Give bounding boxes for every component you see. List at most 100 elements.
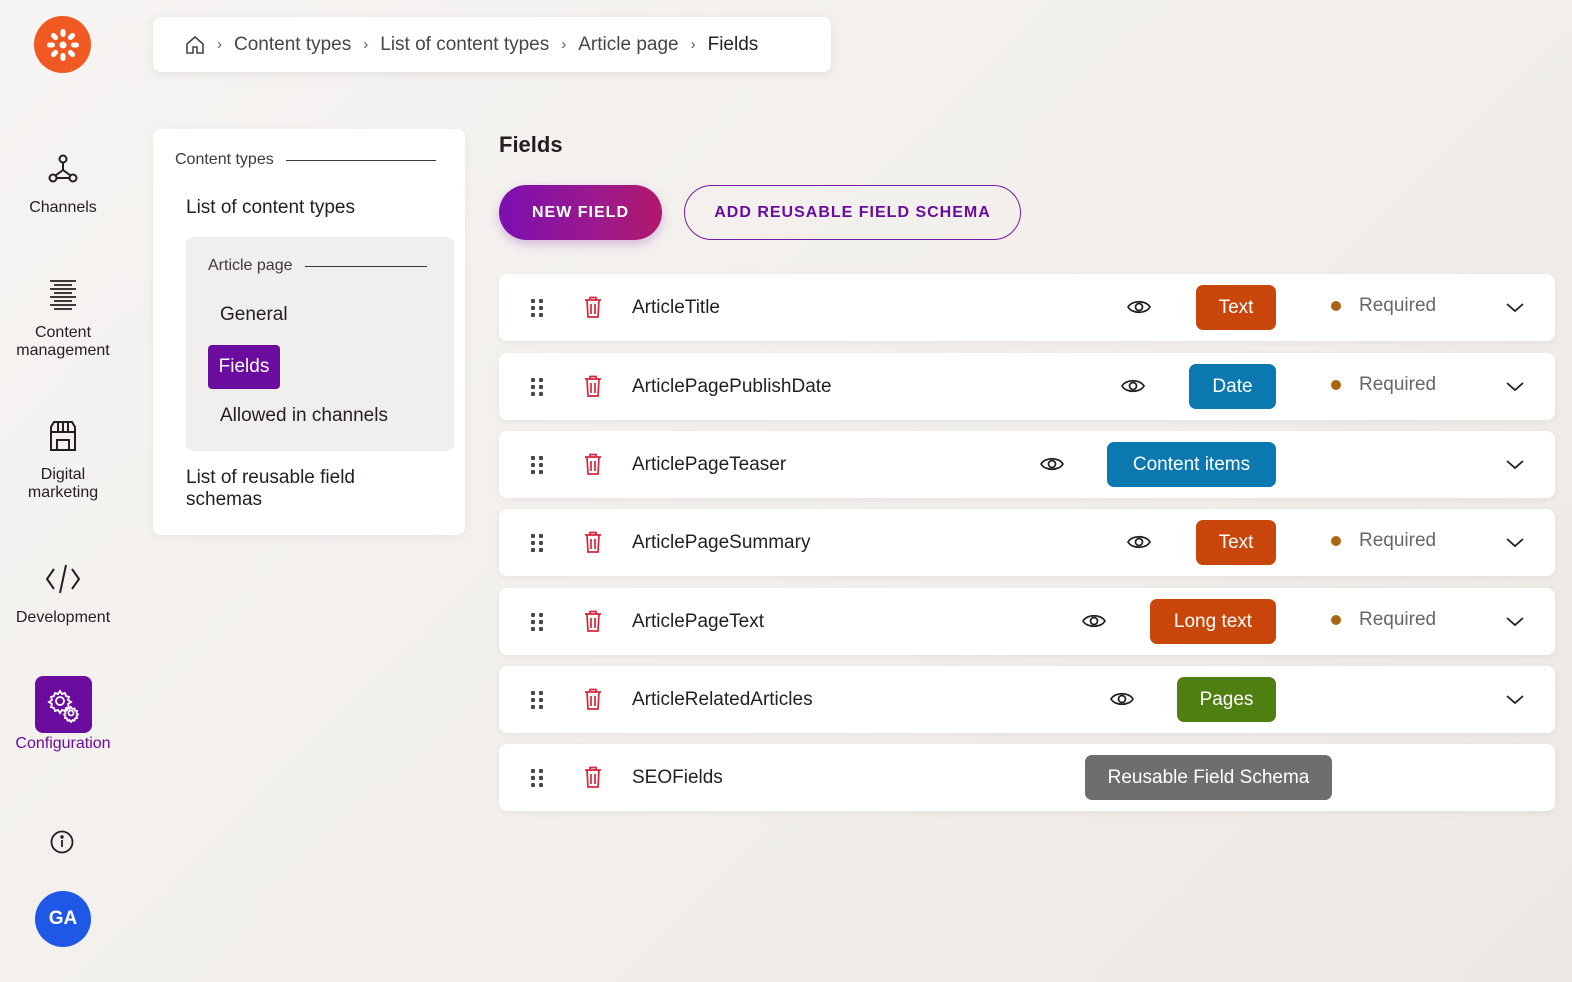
field-row[interactable]: ArticleRelatedArticles Pages	[499, 666, 1555, 733]
drag-handle-icon[interactable]	[529, 767, 545, 789]
kentico-logo-icon[interactable]	[34, 16, 91, 73]
rail-item-configuration[interactable]: Configuration	[0, 676, 126, 753]
trash-icon[interactable]	[583, 530, 603, 554]
required-indicator: Required	[1331, 588, 1436, 651]
chevron-down-icon[interactable]	[1504, 613, 1526, 629]
drag-handle-icon[interactable]	[529, 376, 545, 398]
eye-icon[interactable]	[1120, 375, 1146, 397]
content-type-nav-panel: Content types List of content types Arti…	[153, 129, 465, 535]
field-name[interactable]: SEOFields	[632, 744, 723, 811]
breadcrumb-item[interactable]: Article page	[578, 34, 678, 56]
nav-item-general[interactable]: General	[220, 304, 288, 326]
channels-icon	[35, 140, 92, 197]
list-of-content-types-link[interactable]: List of content types	[186, 197, 355, 219]
field-type-badge: Text	[1196, 520, 1276, 565]
home-icon[interactable]	[185, 35, 205, 55]
breadcrumb-item[interactable]: Content types	[234, 34, 351, 56]
required-dot-icon	[1331, 379, 1341, 390]
rail-item-channels[interactable]: Channels	[0, 140, 126, 217]
eye-icon[interactable]	[1126, 531, 1152, 553]
field-type-badge: Date	[1189, 364, 1276, 409]
new-field-button[interactable]: NEW FIELD	[499, 185, 662, 240]
list-of-reusable-field-schemas-link[interactable]: List of reusable field schemas	[186, 467, 416, 511]
field-name[interactable]: ArticlePageTeaser	[632, 431, 786, 498]
field-row[interactable]: ArticlePagePublishDate Date Required	[499, 353, 1555, 420]
field-name[interactable]: ArticlePageText	[632, 588, 764, 655]
eye-icon[interactable]	[1109, 688, 1135, 710]
nav-item-allowed-in-channels[interactable]: Allowed in channels	[220, 405, 388, 427]
required-indicator: Required	[1331, 509, 1436, 572]
nav-item-fields[interactable]: Fields	[208, 345, 280, 389]
field-row[interactable]: ArticlePageSummary Text Required	[499, 509, 1555, 576]
drag-handle-icon[interactable]	[529, 689, 545, 711]
info-icon[interactable]	[49, 829, 75, 855]
left-rail: Channels Content management Digital mark…	[0, 0, 126, 982]
field-row[interactable]: SEOFields Reusable Field Schema	[499, 744, 1555, 811]
rail-label-content-management: Content management	[16, 324, 110, 359]
divider	[285, 159, 436, 161]
breadcrumb-current: Fields	[707, 33, 759, 55]
trash-icon[interactable]	[583, 609, 603, 633]
group-heading: Article page	[208, 257, 427, 275]
field-type-badge: Text	[1196, 285, 1276, 330]
drag-handle-icon[interactable]	[529, 297, 545, 319]
required-indicator: Required	[1331, 353, 1436, 416]
field-type-badge: Reusable Field Schema	[1085, 755, 1332, 800]
trash-icon[interactable]	[583, 374, 603, 398]
article-page-group: Article page General Fields Allowed in c…	[186, 237, 454, 451]
required-dot-icon	[1331, 300, 1341, 311]
storefront-icon	[35, 407, 92, 464]
eye-icon[interactable]	[1126, 296, 1152, 318]
field-name[interactable]: ArticleTitle	[632, 274, 720, 341]
field-row[interactable]: ArticleTitle Text Required	[499, 274, 1555, 341]
drag-handle-icon[interactable]	[529, 532, 545, 554]
required-dot-icon	[1331, 614, 1341, 625]
field-type-badge: Content items	[1107, 442, 1276, 487]
eye-icon[interactable]	[1039, 453, 1065, 475]
add-reusable-field-schema-button[interactable]: ADD REUSABLE FIELD SCHEMA	[684, 185, 1021, 240]
required-label: Required	[1359, 373, 1437, 395]
chevron-down-icon[interactable]	[1504, 691, 1526, 707]
breadcrumb: › Content types › List of content types …	[153, 17, 831, 72]
divider	[304, 265, 427, 267]
eye-icon[interactable]	[1081, 610, 1107, 632]
rail-item-content-management[interactable]: Content management	[0, 265, 126, 360]
rail-label-digital-marketing: Digital marketing	[27, 466, 99, 501]
trash-icon[interactable]	[583, 295, 603, 319]
group-heading-label: Article page	[208, 257, 293, 274]
breadcrumb-separator-icon: ›	[217, 36, 222, 53]
chevron-down-icon[interactable]	[1504, 456, 1526, 472]
chevron-down-icon[interactable]	[1504, 534, 1526, 550]
code-icon	[35, 550, 92, 607]
field-type-badge: Pages	[1177, 677, 1276, 722]
drag-handle-icon[interactable]	[529, 611, 545, 633]
field-name[interactable]: ArticlePageSummary	[632, 509, 810, 576]
rail-label-development: Development	[15, 609, 111, 626]
breadcrumb-separator-icon: ›	[363, 36, 369, 53]
chevron-down-icon[interactable]	[1504, 378, 1526, 394]
page-title: Fields	[499, 132, 563, 157]
rail-item-development[interactable]: Development	[0, 550, 126, 627]
trash-icon[interactable]	[583, 687, 603, 711]
trash-icon[interactable]	[583, 452, 603, 476]
field-name[interactable]: ArticleRelatedArticles	[632, 666, 813, 733]
gear-icon	[34, 676, 92, 733]
rail-item-digital-marketing[interactable]: Digital marketing	[0, 407, 126, 502]
breadcrumb-separator-icon: ›	[690, 36, 696, 53]
required-indicator: Required	[1331, 274, 1436, 337]
breadcrumb-item[interactable]: List of content types	[380, 34, 549, 56]
rail-label-configuration: Configuration	[15, 735, 111, 752]
required-label: Required	[1359, 608, 1437, 630]
drag-handle-icon[interactable]	[529, 454, 545, 476]
rail-label-channels: Channels	[29, 199, 97, 216]
required-label: Required	[1359, 529, 1437, 551]
chevron-down-icon[interactable]	[1504, 299, 1526, 315]
required-dot-icon	[1331, 535, 1341, 546]
field-name[interactable]: ArticlePagePublishDate	[632, 353, 832, 420]
content-management-icon	[35, 265, 92, 322]
trash-icon[interactable]	[583, 765, 603, 789]
field-row[interactable]: ArticlePageTeaser Content items	[499, 431, 1555, 498]
required-label: Required	[1359, 294, 1437, 316]
field-row[interactable]: ArticlePageText Long text Required	[499, 588, 1555, 655]
avatar[interactable]: GA	[35, 891, 91, 947]
